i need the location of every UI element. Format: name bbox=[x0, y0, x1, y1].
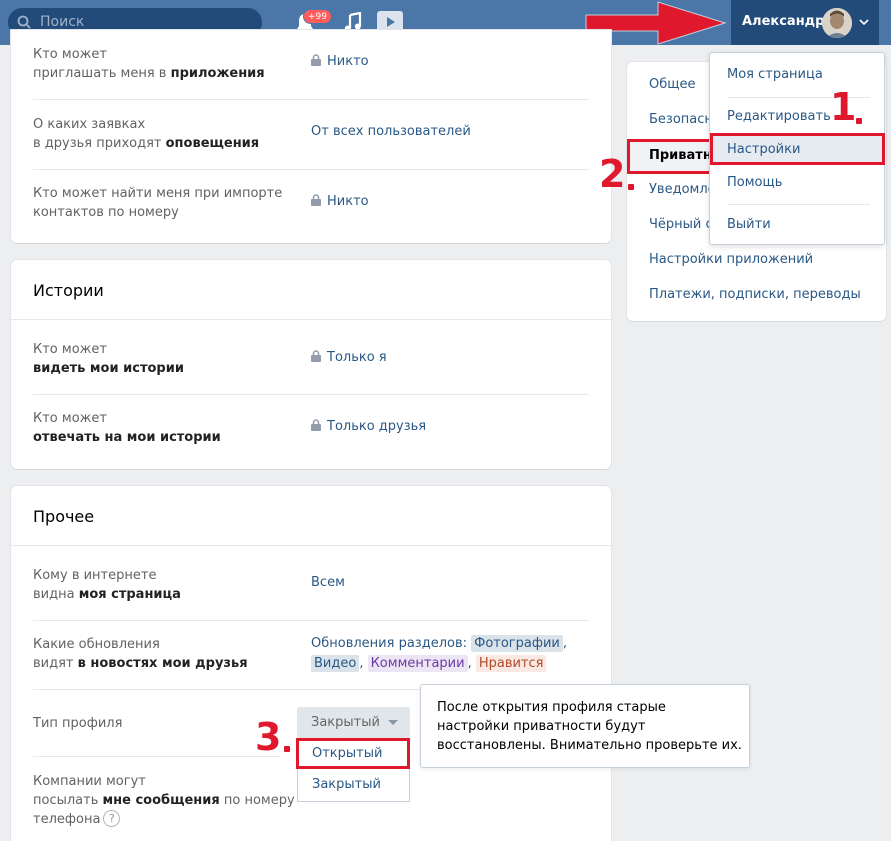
music-icon[interactable] bbox=[344, 12, 362, 32]
stories-card: Истории Кто может видеть мои истории Тол… bbox=[11, 260, 611, 469]
row-value[interactable]: От всех пользователей bbox=[311, 124, 471, 139]
feed-updates-value[interactable]: Обновления разделов: Фотографии, Видео, … bbox=[311, 634, 581, 674]
tag-comments[interactable]: Комментарии bbox=[367, 655, 468, 672]
menu-edit[interactable]: Редактировать bbox=[727, 109, 831, 124]
row-value[interactable]: Никто bbox=[311, 194, 369, 209]
nav-general[interactable]: Общее bbox=[649, 77, 696, 92]
divider bbox=[33, 394, 589, 395]
menu-logout[interactable]: Выйти bbox=[727, 217, 771, 232]
divider bbox=[33, 620, 589, 621]
row-label: Какие обновления видят в новостях мои др… bbox=[33, 637, 248, 671]
step-1-dot bbox=[856, 118, 862, 124]
search-icon bbox=[17, 15, 31, 29]
highlight-box-privacy bbox=[627, 139, 712, 174]
nav-app-settings[interactable]: Настройки приложений bbox=[649, 252, 813, 267]
divider bbox=[33, 169, 589, 170]
row-label: Кто может видеть мои истории bbox=[33, 342, 184, 376]
card-header: Прочее bbox=[11, 486, 611, 546]
step-1-label: 1 bbox=[830, 85, 857, 129]
row-label: Кто может найти меня при импорте контакт… bbox=[33, 186, 283, 220]
step-3-dot bbox=[284, 746, 290, 752]
lock-icon bbox=[311, 419, 321, 431]
tooltip: После открытия профиля старые настройки … bbox=[420, 684, 750, 768]
row-label: Кто может приглашать меня в приложения bbox=[33, 47, 265, 81]
caret-down-icon bbox=[388, 720, 398, 725]
divider bbox=[33, 756, 281, 757]
row-label: Кому в интернете видна моя страница bbox=[33, 568, 181, 602]
nav-payments[interactable]: Платежи, подписки, переводы bbox=[649, 287, 861, 302]
tag-video[interactable]: Видео bbox=[311, 655, 360, 672]
lock-icon bbox=[311, 54, 321, 66]
highlight-box-open bbox=[296, 738, 410, 769]
avatar[interactable] bbox=[822, 8, 852, 38]
step-2-dot bbox=[628, 184, 634, 190]
search-placeholder: Поиск bbox=[40, 14, 85, 30]
step-2-label: 2 bbox=[599, 152, 626, 196]
section-title: Истории bbox=[33, 281, 104, 300]
menu-my-page[interactable]: Моя страница bbox=[727, 67, 823, 82]
card-header: Истории bbox=[11, 260, 611, 320]
section-title: Прочее bbox=[33, 507, 95, 526]
user-name[interactable]: Александр bbox=[742, 14, 825, 29]
row-value[interactable]: Только я bbox=[311, 350, 387, 365]
help-icon[interactable]: ? bbox=[103, 810, 121, 827]
privacy-contacts-card: Кто может приглашать меня в приложения Н… bbox=[11, 30, 611, 243]
lock-icon bbox=[311, 350, 321, 362]
chevron-down-icon[interactable] bbox=[859, 18, 869, 26]
divider bbox=[33, 99, 589, 100]
notifications-badge: +99 bbox=[303, 9, 332, 24]
option-closed[interactable]: Закрытый bbox=[312, 777, 381, 792]
row-value[interactable]: Только друзья bbox=[311, 419, 426, 434]
lock-icon bbox=[311, 194, 321, 206]
menu-help[interactable]: Помощь bbox=[727, 175, 782, 190]
highlight-box-settings bbox=[710, 133, 885, 165]
step-3-label: 3 bbox=[255, 715, 282, 759]
row-value[interactable]: Никто bbox=[311, 54, 369, 69]
profile-type-select[interactable]: Закрытый bbox=[297, 707, 410, 738]
row-label: Компании могут посылать мне сообщения по… bbox=[33, 774, 295, 827]
row-label: О каких заявках в друзья приходят оповещ… bbox=[33, 117, 260, 151]
tag-photos[interactable]: Фотографии bbox=[471, 635, 563, 652]
row-label: Тип профиля bbox=[33, 716, 123, 731]
divider bbox=[727, 204, 870, 205]
tag-likes[interactable]: Нравится bbox=[475, 655, 547, 672]
row-label: Кто может отвечать на мои истории bbox=[33, 411, 221, 445]
row-value[interactable]: Всем bbox=[311, 575, 345, 590]
